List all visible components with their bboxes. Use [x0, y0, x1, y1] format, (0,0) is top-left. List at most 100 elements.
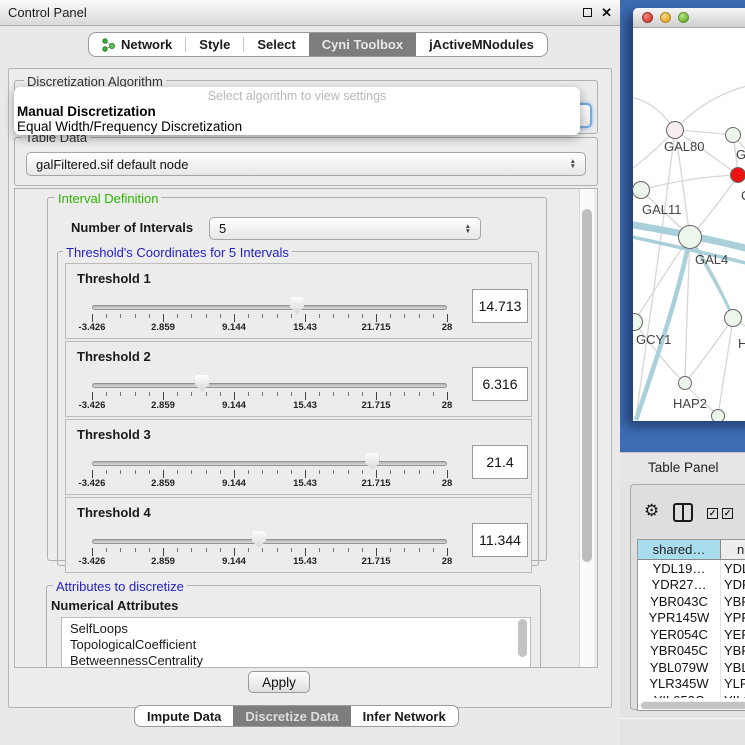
table-row[interactable]: YBR043C YBR0 — [638, 593, 745, 610]
network-node[interactable] — [724, 309, 742, 327]
tab-select-label: Select — [257, 37, 295, 52]
dropdown-option-equal-width[interactable]: Equal Width/Frequency Discretization — [14, 119, 580, 134]
node-label: HAP2 — [673, 396, 707, 411]
node-label: H — [738, 336, 745, 351]
network-node[interactable] — [725, 127, 741, 143]
network-node[interactable] — [666, 121, 684, 139]
slider-tick-labels: -3.4262.8599.14415.4321.71528 — [92, 400, 447, 412]
table-cell-shared-name[interactable]: YLR345W — [638, 676, 721, 693]
number-of-intervals-value: 5 — [219, 221, 226, 236]
mac-minimize-button[interactable] — [660, 12, 671, 23]
settings-vertical-scrollbar-thumb[interactable] — [582, 209, 592, 562]
column-header-shared-name[interactable]: shared… — [638, 540, 721, 560]
attribute-list-item[interactable]: BetweennessCentrality — [70, 653, 530, 668]
threshold-4-label: Threshold 4 — [77, 505, 151, 520]
table-data-combobox[interactable]: galFiltered.sif default node ▲▼ — [26, 152, 586, 176]
combo-arrows-icon: ▲▼ — [465, 224, 471, 234]
table-cell-name[interactable]: YDR2 — [721, 577, 745, 594]
threshold-3-slider-track[interactable] — [92, 461, 447, 466]
columns-icon[interactable] — [673, 503, 693, 522]
table-cell-name[interactable]: YDL1 — [721, 560, 745, 577]
table-cell-name[interactable]: YER0 — [721, 626, 745, 643]
table-cell-shared-name[interactable]: YER054C — [638, 626, 721, 643]
table-row[interactable]: YDL19… YDL1 — [638, 560, 745, 577]
table-cell-name[interactable]: YLR3 — [721, 676, 745, 693]
table-panel-area: ⚙ ✓ ✓ shared… n YDL19… — [620, 482, 745, 745]
attribute-list-item[interactable]: SelfLoops — [70, 621, 530, 637]
tab-network[interactable]: Network — [89, 33, 185, 56]
table-cell-shared-name[interactable]: YDR27… — [638, 577, 721, 594]
tab-cyni-toolbox[interactable]: Cyni Toolbox — [309, 33, 416, 56]
tab-infer-network[interactable]: Infer Network — [351, 706, 458, 726]
threshold-1-slider-track[interactable] — [92, 305, 447, 310]
table-cell-shared-name[interactable]: YBR043C — [638, 593, 721, 610]
node-table: shared… n YDL19… YDL1 — [637, 539, 745, 711]
table-row[interactable]: YIL052C YIL0 — [638, 692, 745, 698]
interval-definition-title: Interval Definition — [55, 191, 161, 206]
dropdown-option-manual[interactable]: Manual Discretization — [14, 104, 580, 119]
network-node[interactable] — [678, 225, 702, 249]
tab-discretize-data[interactable]: Discretize Data — [233, 706, 350, 726]
table-cell-name[interactable]: YBR0 — [721, 643, 745, 660]
close-panel-icon[interactable]: ✕ — [601, 8, 612, 18]
table-cell-shared-name[interactable]: YBL079W — [638, 659, 721, 676]
table-cell-name[interactable]: YBR0 — [721, 593, 745, 610]
table-row[interactable]: YBR045C YBR0 — [638, 643, 745, 660]
threshold-4-slider-thumb[interactable] — [252, 531, 266, 548]
network-canvas[interactable]: GAL80G.CGAL11GAL4GCY1HHAP2 — [633, 28, 745, 421]
threshold-4-slider-track[interactable] — [92, 539, 447, 544]
tab-discretize-data-label: Discretize Data — [245, 709, 338, 724]
network-node[interactable] — [730, 167, 745, 183]
network-node[interactable] — [678, 376, 692, 390]
table-cell-name[interactable]: YBL0 — [721, 659, 745, 676]
attribute-list-item[interactable]: TopologicalCoefficient — [70, 637, 530, 653]
checkbox-icon[interactable]: ✓ — [707, 508, 718, 519]
attributes-list-scrollbar[interactable] — [518, 619, 527, 657]
checkbox-icon[interactable]: ✓ — [722, 508, 733, 519]
apply-button[interactable]: Apply — [248, 671, 310, 693]
threshold-4-value-field[interactable]: 11.344 — [472, 523, 528, 557]
panel-divider — [620, 718, 745, 719]
mac-close-button[interactable] — [642, 12, 653, 23]
tab-style[interactable]: Style — [186, 33, 243, 56]
table-cell-shared-name[interactable]: YIL052C — [638, 692, 721, 698]
threshold-2-value-field[interactable]: 6.316 — [472, 367, 528, 401]
float-window-icon[interactable] — [583, 8, 592, 17]
slider-ticks — [92, 470, 447, 478]
network-icon — [102, 38, 115, 52]
number-of-intervals-combobox[interactable]: 5 ▲▼ — [209, 217, 481, 240]
settings-vertical-scrollbar-track[interactable] — [579, 189, 594, 667]
threshold-2-slider-track[interactable] — [92, 383, 447, 388]
gear-icon[interactable]: ⚙ — [644, 502, 659, 519]
threshold-2-panel: Threshold 2 -3.4262.8599.14415.4321.7152… — [65, 341, 532, 417]
table-row[interactable]: YER054C YER0 — [638, 626, 745, 643]
threshold-3-panel: Threshold 3 -3.4262.8599.14415.4321.7152… — [65, 419, 532, 495]
threshold-1-slider-thumb[interactable] — [290, 297, 304, 314]
slider-tick-labels: -3.4262.8599.14415.4321.71528 — [92, 556, 447, 568]
tab-select[interactable]: Select — [244, 33, 308, 56]
table-row[interactable]: YLR345W YLR3 — [638, 676, 745, 693]
column-header-name[interactable]: n — [721, 540, 745, 560]
mac-zoom-button[interactable] — [678, 12, 689, 23]
threshold-1-value-field[interactable]: 14.713 — [472, 289, 528, 323]
threshold-3-slider-thumb[interactable] — [365, 453, 379, 470]
table-horizontal-scrollbar[interactable] — [640, 701, 745, 710]
tab-impute-data[interactable]: Impute Data — [135, 706, 233, 726]
table-cell-shared-name[interactable]: YDL19… — [638, 560, 721, 577]
table-cell-name[interactable]: YIL0 — [721, 692, 745, 698]
table-panel-titlebar[interactable]: Table Panel — [620, 452, 745, 482]
table-cell-name[interactable]: YPR1 — [721, 610, 745, 627]
tab-jactivemnodules[interactable]: jActiveMNodules — [416, 33, 547, 56]
node-label: GAL11 — [642, 202, 682, 217]
table-cell-shared-name[interactable]: YPR145W — [638, 610, 721, 627]
network-window-titlebar[interactable] — [633, 8, 745, 28]
network-node[interactable] — [711, 409, 725, 421]
table-row[interactable]: YPR145W YPR1 — [638, 610, 745, 627]
table-row[interactable]: YDR27… YDR2 — [638, 577, 745, 594]
threshold-2-slider-thumb[interactable] — [195, 375, 209, 392]
table-horizontal-scrollbar-thumb[interactable] — [641, 702, 745, 709]
slider-ticks — [92, 392, 447, 400]
table-cell-shared-name[interactable]: YBR045C — [638, 643, 721, 660]
table-row[interactable]: YBL079W YBL0 — [638, 659, 745, 676]
threshold-3-value-field[interactable]: 21.4 — [472, 445, 528, 479]
